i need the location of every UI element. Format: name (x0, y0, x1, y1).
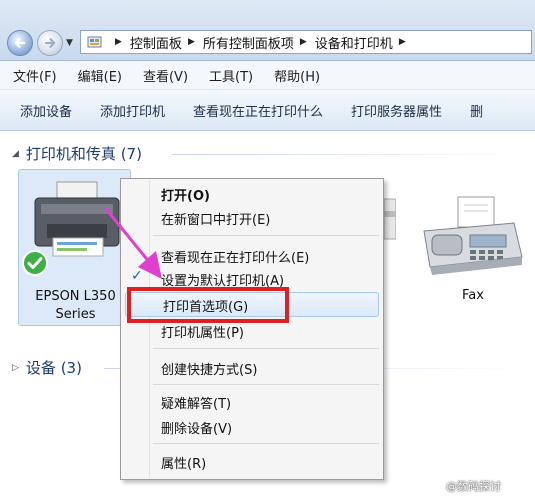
menu-item-properties[interactable]: 属性(R) (161, 453, 206, 472)
breadcrumb-separator[interactable]: ▶ (188, 37, 195, 47)
devices-group-header[interactable]: ▷ 设备 (3) (12, 357, 82, 378)
collapse-triangle-icon[interactable]: ◢ (12, 149, 19, 159)
breadcrumb-separator[interactable]: ▶ (399, 37, 406, 47)
see-whats-printing-button[interactable]: 查看现在正在打印什么 (179, 101, 337, 120)
address-field[interactable]: ▶ 控制面板 ▶ 所有控制面板项 ▶ 设备和打印机 ▶ (80, 30, 532, 54)
printers-group-header[interactable]: ◢ 打印机和传真 (7) (12, 143, 142, 164)
forward-arrow-icon (44, 38, 56, 48)
watermark: @数码探讨 (446, 480, 501, 493)
printers-group-label: 打印机和传真 (7) (25, 145, 142, 163)
breadcrumb-devices-printers[interactable]: 设备和打印机 (315, 33, 393, 52)
group-divider (172, 154, 532, 155)
menu-bar: 文件(F) 编辑(E) 查看(V) 工具(T) 帮助(H) (0, 61, 535, 90)
menu-item-printer-properties[interactable]: 打印机属性(P) (161, 322, 244, 341)
breadcrumb-separator[interactable]: ▶ (300, 37, 307, 47)
add-printer-button[interactable]: 添加打印机 (86, 101, 179, 120)
menu-view[interactable]: 查看(V) (130, 66, 196, 85)
menu-separator (153, 348, 379, 349)
menu-item-troubleshoot[interactable]: 疑难解答(T) (161, 393, 231, 412)
menu-help[interactable]: 帮助(H) (261, 66, 328, 85)
menu-separator (153, 384, 379, 385)
menu-tools[interactable]: 工具(T) (196, 66, 261, 85)
breadcrumb-separator[interactable]: ▶ (115, 37, 122, 47)
annotation-arrow-icon (104, 207, 162, 279)
print-server-properties-button[interactable]: 打印服务器属性 (337, 101, 456, 120)
menu-item-see-printing[interactable]: 查看现在正在打印什么(E) (161, 247, 309, 266)
menu-separator (153, 443, 379, 444)
forward-button[interactable] (37, 30, 63, 56)
menu-edit[interactable]: 编辑(E) (65, 66, 130, 85)
hidden-printer-icon (384, 198, 396, 240)
remove-device-button-partial[interactable]: 删 (456, 101, 497, 120)
menu-file[interactable]: 文件(F) (0, 66, 65, 85)
printer-name-line2: Series (55, 307, 96, 322)
control-panel-icon (87, 36, 102, 48)
default-printer-check-icon (22, 250, 48, 276)
add-device-button[interactable]: 添加设备 (0, 101, 86, 120)
menu-separator (153, 235, 379, 236)
command-bar: 添加设备 添加打印机 查看现在正在打印什么 打印服务器属性 删 (0, 90, 535, 131)
devices-group-label: 设备 (3) (25, 359, 82, 377)
recent-pages-dropdown[interactable]: ▼ (66, 38, 73, 48)
expand-triangle-icon[interactable]: ▷ (12, 363, 19, 373)
menu-item-open[interactable]: 打开(O) (161, 185, 210, 204)
menu-item-create-shortcut[interactable]: 创建快捷方式(S) (161, 359, 257, 378)
address-bar-row: ▼ ▶ 控制面板 ▶ 所有控制面板项 ▶ 设备和打印机 ▶ (0, 0, 535, 61)
breadcrumb-control-panel[interactable]: 控制面板 (130, 33, 182, 52)
back-arrow-icon (14, 38, 26, 48)
menu-item-remove-device[interactable]: 删除设备(V) (161, 418, 232, 437)
fax-label: Fax (462, 288, 484, 303)
fax-icon[interactable] (418, 195, 528, 280)
breadcrumb-all-items[interactable]: 所有控制面板项 (203, 33, 294, 52)
back-button[interactable] (7, 30, 33, 56)
